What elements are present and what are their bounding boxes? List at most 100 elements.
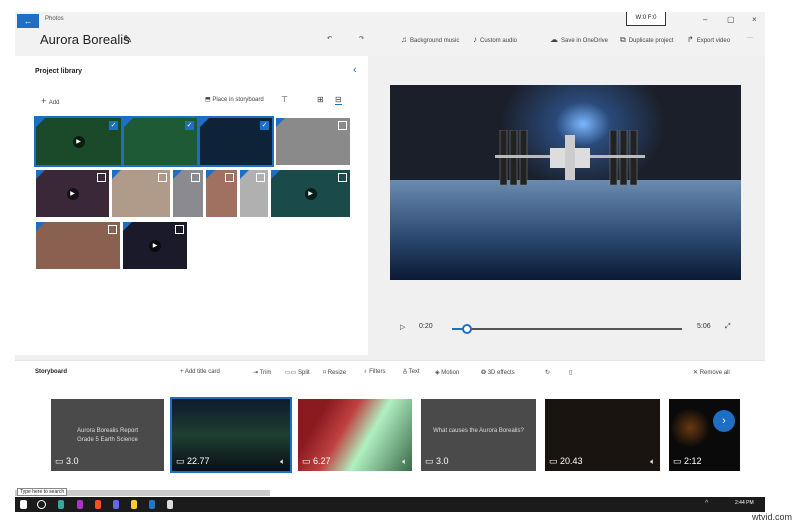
title-card-icon: ▭	[425, 456, 437, 466]
library-thumbnail[interactable]	[173, 170, 203, 217]
checkbox[interactable]	[191, 173, 200, 182]
collapse-library-button[interactable]: ‹	[353, 64, 357, 76]
background-music-button[interactable]: ♫ Background music	[401, 35, 459, 44]
storyboard-card[interactable]: ▭ 22.77 🔈︎	[170, 397, 292, 473]
trim-button[interactable]: ⇥ Trim	[253, 369, 271, 376]
video-preview[interactable]	[390, 85, 741, 280]
file-explorer-icon[interactable]	[131, 500, 137, 509]
in-use-marker	[173, 170, 182, 179]
library-thumbnail[interactable]: ✓ ▶	[34, 116, 123, 167]
large-grid-view-icon[interactable]: ⊟	[335, 95, 342, 105]
in-use-marker	[123, 222, 132, 231]
tray-chevron-icon[interactable]: ^	[705, 500, 708, 507]
earth-image	[390, 180, 741, 280]
checkbox[interactable]	[158, 173, 167, 182]
small-grid-view-icon[interactable]: ⊞	[317, 95, 324, 104]
taskbar-search[interactable]: Type here to search	[17, 488, 68, 496]
motion-button[interactable]: ◈ Motion	[435, 369, 459, 376]
checkbox[interactable]	[97, 173, 106, 182]
add-title-card-button[interactable]: + Add title card	[180, 369, 220, 375]
duration: 22.77	[187, 456, 210, 466]
library-thumbnail[interactable]	[276, 118, 350, 165]
rename-pencil-icon[interactable]: ✎	[123, 33, 132, 46]
checkbox[interactable]: ✓	[109, 121, 118, 130]
duration: 2:12	[684, 456, 702, 466]
clock[interactable]: 2:44 PM	[735, 500, 754, 506]
total-time: 5:06	[697, 323, 711, 330]
storyboard-card[interactable]: ▭ 2:12	[669, 399, 740, 471]
next-chevron-button[interactable]: ›	[713, 410, 735, 432]
checkbox[interactable]	[108, 225, 117, 234]
in-use-marker	[36, 118, 45, 127]
maximize-button[interactable]: ▢	[727, 15, 735, 24]
library-thumbnail[interactable]: ▶	[271, 170, 350, 217]
word-icon[interactable]	[149, 500, 155, 509]
title-card-text: Aurora Borealis Report Grade 5 Earth Sci…	[76, 428, 139, 443]
app-icon[interactable]	[58, 500, 64, 509]
storyboard-card[interactable]: What causes the Aurora Borealis? ▭ 3.0	[421, 399, 536, 471]
in-use-marker	[124, 118, 133, 127]
checkbox[interactable]	[338, 121, 347, 130]
redo-icon[interactable]: ↷	[359, 35, 364, 42]
seek-slider[interactable]	[452, 324, 682, 334]
library-thumbnail[interactable]: ✓	[198, 116, 274, 167]
video-clip-icon: ▭	[549, 456, 561, 466]
photos-icon[interactable]	[167, 500, 173, 509]
library-thumbnail[interactable]	[240, 170, 268, 217]
export-video-button[interactable]: ↱ Export video	[687, 35, 730, 44]
checkbox[interactable]	[175, 225, 184, 234]
delete-icon[interactable]: ⊤	[281, 95, 288, 104]
3d-effects-button[interactable]: ❂ 3D effects	[481, 369, 515, 376]
storyboard-toolbar: Storyboard + Add title card ⇥ Trim ▭▭ Sp…	[15, 360, 765, 384]
taskbar: ^ 2:44 PM	[15, 497, 765, 512]
fullscreen-icon[interactable]: ⤢	[725, 323, 731, 331]
speaker-icon[interactable]: 🔈︎	[280, 457, 285, 467]
plus-icon: +	[41, 96, 49, 106]
library-thumbnail[interactable]	[112, 170, 170, 217]
library-thumbnail[interactable]	[36, 222, 120, 269]
onenote-icon[interactable]	[77, 500, 83, 509]
minimize-button[interactable]: –	[703, 15, 707, 24]
text-button[interactable]: A̲ Text	[403, 369, 420, 375]
storyboard-card[interactable]: Aurora Borealis Report Grade 5 Earth Sci…	[51, 399, 164, 471]
close-button[interactable]: ×	[752, 15, 757, 24]
speaker-icon[interactable]: 🔈︎	[402, 457, 407, 467]
resize-button[interactable]: ⌑ Resize	[323, 369, 346, 376]
app-icon[interactable]	[113, 500, 119, 509]
delete-icon[interactable]: ▯	[569, 369, 572, 376]
library-thumbnail[interactable]	[206, 170, 237, 217]
duplicate-project-button[interactable]: ⧉ Duplicate project	[620, 35, 673, 45]
close-icon: ✕	[693, 370, 700, 376]
undo-icon[interactable]: ↶	[327, 35, 332, 42]
checkbox[interactable]: ✓	[185, 121, 194, 130]
library-thumbnail[interactable]: ▶	[36, 170, 109, 217]
place-in-storyboard-button[interactable]: ⬒ Place in storyboard	[205, 96, 264, 103]
checkbox[interactable]	[338, 173, 347, 182]
in-use-marker	[200, 118, 209, 127]
checkbox[interactable]	[256, 173, 265, 182]
save-onedrive-button[interactable]: ☁ Save in OneDrive	[550, 35, 608, 44]
start-icon[interactable]	[20, 500, 27, 509]
split-button[interactable]: ▭▭ Split	[285, 369, 310, 376]
remove-all-button[interactable]: ✕ Remove all	[693, 369, 730, 376]
in-use-marker	[112, 170, 121, 179]
back-button[interactable]: ←	[17, 14, 39, 28]
checkbox[interactable]: ✓	[260, 121, 269, 130]
library-thumbnail[interactable]: ✓	[122, 116, 199, 167]
seek-knob[interactable]	[461, 324, 472, 334]
library-thumbnail[interactable]: ▶	[123, 222, 187, 269]
storyboard-card[interactable]: ▭ 6.27 🔈︎	[298, 399, 412, 471]
speaker-icon[interactable]: 🔈︎	[650, 457, 655, 467]
office-icon[interactable]	[95, 500, 101, 509]
library-title: Project library	[35, 68, 83, 75]
custom-audio-button[interactable]: ♪ Custom audio	[473, 35, 517, 44]
add-button[interactable]: + Add	[41, 96, 59, 106]
cortana-icon[interactable]	[37, 500, 46, 509]
filters-button[interactable]: ♁ Filters	[363, 369, 386, 375]
play-button[interactable]: ▷	[400, 323, 405, 331]
split-icon: ▭▭	[285, 370, 299, 376]
more-button[interactable]: ···	[747, 35, 753, 41]
storyboard-card[interactable]: ▭ 20.43 🔈︎	[545, 399, 660, 471]
rotate-icon[interactable]: ↻	[545, 369, 550, 376]
checkbox[interactable]	[225, 173, 234, 182]
